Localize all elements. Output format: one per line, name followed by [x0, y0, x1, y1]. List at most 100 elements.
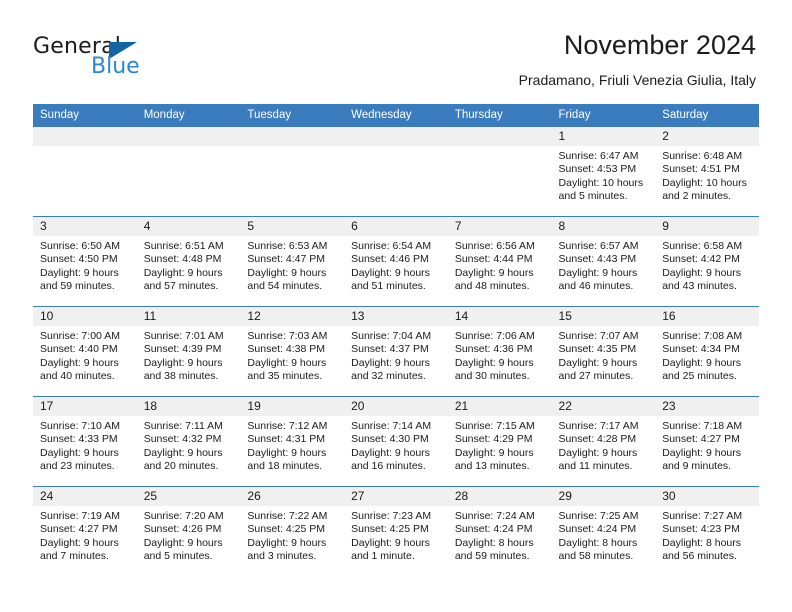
day-cell[interactable]: 4 Sunrise: 6:51 AM Sunset: 4:48 PM Daylight…	[136, 217, 241, 306]
calendar-day-cell[interactable]: 23 Sunrise: 7:18 AM Sunset: 4:27 PM Dayligh…	[655, 396, 759, 487]
calendar-day-cell[interactable]: 14 Sunrise: 7:06 AM Sunset: 4:36 PM Dayligh…	[447, 306, 552, 397]
day-cell[interactable]: 20 Sunrise: 7:14 AM Sunset: 4:30 PM Dayligh…	[344, 397, 448, 486]
day-cell[interactable]: 14 Sunrise: 7:06 AM Sunset: 4:36 PM Dayligh…	[447, 307, 552, 396]
day-number: 25	[136, 487, 241, 506]
day-number: 6	[344, 217, 448, 236]
day-number: 10	[33, 307, 137, 326]
day-cell[interactable]: 24 Sunrise: 7:19 AM Sunset: 4:27 PM Dayligh…	[33, 487, 137, 576]
calendar-day-cell[interactable]: 3 Sunrise: 6:50 AM Sunset: 4:50 PM Daylight…	[33, 216, 137, 307]
calendar-day-cell[interactable]: 8 Sunrise: 6:57 AM Sunset: 4:43 PM Daylight…	[551, 216, 656, 307]
calendar-day-cell[interactable]: 9 Sunrise: 6:58 AM Sunset: 4:42 PM Daylight…	[655, 216, 759, 307]
day-cell[interactable]: 2 Sunrise: 6:48 AM Sunset: 4:51 PM Daylight…	[655, 127, 759, 216]
day-cell[interactable]: 6 Sunrise: 6:54 AM Sunset: 4:46 PM Daylight…	[344, 217, 448, 306]
calendar-day-cell[interactable]: 18 Sunrise: 7:11 AM Sunset: 4:32 PM Dayligh…	[136, 396, 241, 487]
day-cell[interactable]: 10 Sunrise: 7:00 AM Sunset: 4:40 PM Dayligh…	[33, 307, 137, 396]
calendar-day-cell[interactable]: 25 Sunrise: 7:20 AM Sunset: 4:26 PM Dayligh…	[136, 486, 241, 576]
calendar-day-cell[interactable]: 11 Sunrise: 7:01 AM Sunset: 4:39 PM Dayligh…	[136, 306, 241, 397]
calendar-day-cell[interactable]: 6 Sunrise: 6:54 AM Sunset: 4:46 PM Daylight…	[344, 216, 448, 307]
day-cell[interactable]: 8 Sunrise: 6:57 AM Sunset: 4:43 PM Daylight…	[551, 217, 656, 306]
day-cell[interactable]: 9 Sunrise: 6:58 AM Sunset: 4:42 PM Daylight…	[655, 217, 759, 306]
day-detail-sunset: Sunset: 4:30 PM	[351, 433, 429, 446]
calendar-page: General Blue November 2024 Pradamano, Fr…	[0, 0, 792, 612]
day-cell[interactable]: 7 Sunrise: 6:56 AM Sunset: 4:44 PM Daylight…	[447, 217, 552, 306]
day-cell[interactable]: 11 Sunrise: 7:01 AM Sunset: 4:39 PM Dayligh…	[136, 307, 241, 396]
day-number: 17	[33, 397, 137, 416]
day-cell[interactable]: 1 Sunrise: 6:47 AM Sunset: 4:53 PM Daylight…	[551, 127, 656, 216]
day-detail-sunset: Sunset: 4:27 PM	[40, 523, 118, 536]
calendar-day-cell[interactable]: 10 Sunrise: 7:00 AM Sunset: 4:40 PM Dayligh…	[33, 306, 137, 397]
day-cell[interactable]: 29 Sunrise: 7:25 AM Sunset: 4:24 PM Dayligh…	[551, 487, 656, 576]
day-cell[interactable]: 23 Sunrise: 7:18 AM Sunset: 4:27 PM Dayligh…	[655, 397, 759, 486]
day-detail-daylight1: Daylight: 9 hours	[351, 266, 430, 279]
brand-logo[interactable]: General Blue	[33, 36, 263, 86]
day-detail-sunset: Sunset: 4:24 PM	[558, 523, 637, 536]
day-cell[interactable]: 16 Sunrise: 7:08 AM Sunset: 4:34 PM Dayligh…	[655, 307, 759, 396]
day-details: Sunrise: 7:00 AM Sunset: 4:40 PM Daylight:…	[33, 326, 137, 384]
calendar-day-cell[interactable]	[33, 126, 137, 217]
day-detail-sunset: Sunset: 4:27 PM	[662, 433, 740, 446]
day-number	[136, 127, 241, 146]
day-detail-daylight1: Daylight: 9 hours	[40, 356, 119, 369]
day-detail-daylight2: and 59 minutes.	[40, 280, 115, 293]
calendar-day-cell[interactable]	[344, 126, 448, 217]
day-detail-sunrise: Sunrise: 7:12 AM	[247, 420, 328, 432]
calendar-day-cell[interactable]: 24 Sunrise: 7:19 AM Sunset: 4:27 PM Dayligh…	[33, 486, 137, 576]
day-cell[interactable]: 28 Sunrise: 7:24 AM Sunset: 4:24 PM Dayligh…	[447, 487, 552, 576]
weekday-header-thursday: Thursday	[447, 104, 552, 127]
day-number: 23	[655, 397, 759, 416]
calendar-day-cell[interactable]: 26 Sunrise: 7:22 AM Sunset: 4:25 PM Dayligh…	[240, 486, 345, 576]
day-cell[interactable]: 13 Sunrise: 7:04 AM Sunset: 4:37 PM Dayligh…	[344, 307, 448, 396]
day-details: Sunrise: 7:19 AM Sunset: 4:27 PM Daylight:…	[33, 506, 137, 564]
calendar-day-cell[interactable]: 20 Sunrise: 7:14 AM Sunset: 4:30 PM Dayligh…	[344, 396, 448, 487]
day-detail-daylight1: Daylight: 9 hours	[247, 536, 327, 549]
day-cell[interactable]: 12 Sunrise: 7:03 AM Sunset: 4:38 PM Dayligh…	[240, 307, 345, 396]
weekday-header-row: Sunday Monday Tuesday Wednesday Thursday…	[33, 104, 759, 127]
day-cell[interactable]: 27 Sunrise: 7:23 AM Sunset: 4:25 PM Dayligh…	[344, 487, 448, 576]
calendar-day-cell[interactable]: 28 Sunrise: 7:24 AM Sunset: 4:24 PM Dayligh…	[447, 486, 552, 576]
day-cell[interactable]: 26 Sunrise: 7:22 AM Sunset: 4:25 PM Dayligh…	[240, 487, 345, 576]
calendar-day-cell[interactable]: 1 Sunrise: 6:47 AM Sunset: 4:53 PM Daylight…	[551, 126, 656, 217]
calendar-day-cell[interactable]: 21 Sunrise: 7:15 AM Sunset: 4:29 PM Dayligh…	[447, 396, 552, 487]
calendar-day-cell[interactable]: 7 Sunrise: 6:56 AM Sunset: 4:44 PM Daylight…	[447, 216, 552, 307]
calendar-day-cell[interactable]: 30 Sunrise: 7:27 AM Sunset: 4:23 PM Dayligh…	[655, 486, 759, 576]
day-number	[344, 127, 448, 146]
day-detail-sunrise: Sunrise: 7:19 AM	[40, 510, 120, 522]
day-detail-sunset: Sunset: 4:33 PM	[40, 433, 118, 446]
calendar-day-cell[interactable]: 4 Sunrise: 6:51 AM Sunset: 4:48 PM Daylight…	[136, 216, 241, 307]
day-detail-daylight2: and 25 minutes.	[662, 370, 737, 383]
day-details: Sunrise: 7:27 AM Sunset: 4:23 PM Daylight:…	[655, 506, 759, 564]
day-detail-daylight1: Daylight: 9 hours	[40, 266, 119, 279]
day-detail-daylight1: Daylight: 8 hours	[662, 536, 742, 549]
day-detail-sunrise: Sunrise: 7:15 AM	[454, 420, 535, 432]
day-cell[interactable]: 17 Sunrise: 7:10 AM Sunset: 4:33 PM Dayligh…	[33, 397, 137, 486]
day-cell[interactable]: 15 Sunrise: 7:07 AM Sunset: 4:35 PM Dayligh…	[551, 307, 656, 396]
calendar-day-cell[interactable]: 12 Sunrise: 7:03 AM Sunset: 4:38 PM Dayligh…	[240, 306, 345, 397]
calendar-day-cell[interactable]: 13 Sunrise: 7:04 AM Sunset: 4:37 PM Dayligh…	[344, 306, 448, 397]
day-cell[interactable]: 18 Sunrise: 7:11 AM Sunset: 4:32 PM Dayligh…	[136, 397, 241, 486]
day-number: 27	[344, 487, 448, 506]
calendar-day-cell[interactable]	[240, 126, 345, 217]
calendar-day-cell[interactable]: 22 Sunrise: 7:17 AM Sunset: 4:28 PM Dayligh…	[551, 396, 656, 487]
day-cell[interactable]: 3 Sunrise: 6:50 AM Sunset: 4:50 PM Daylight…	[33, 217, 137, 306]
calendar-day-cell[interactable]: 19 Sunrise: 7:12 AM Sunset: 4:31 PM Dayligh…	[240, 396, 345, 487]
day-cell[interactable]: 5 Sunrise: 6:53 AM Sunset: 4:47 PM Daylight…	[240, 217, 345, 306]
calendar-day-cell[interactable]: 16 Sunrise: 7:08 AM Sunset: 4:34 PM Dayligh…	[655, 306, 759, 397]
day-cell[interactable]: 30 Sunrise: 7:27 AM Sunset: 4:23 PM Dayligh…	[655, 487, 759, 576]
calendar-day-cell[interactable]	[136, 126, 241, 217]
day-cell[interactable]: 21 Sunrise: 7:15 AM Sunset: 4:29 PM Dayligh…	[447, 397, 552, 486]
calendar-day-cell[interactable]: 5 Sunrise: 6:53 AM Sunset: 4:47 PM Daylight…	[240, 216, 345, 307]
day-cell[interactable]: 25 Sunrise: 7:20 AM Sunset: 4:26 PM Dayligh…	[136, 487, 241, 576]
page-header: General Blue November 2024 Pradamano, Fr…	[0, 0, 792, 100]
calendar-day-cell[interactable]: 2 Sunrise: 6:48 AM Sunset: 4:51 PM Daylight…	[655, 126, 759, 217]
calendar-day-cell[interactable]: 29 Sunrise: 7:25 AM Sunset: 4:24 PM Dayligh…	[551, 486, 656, 576]
day-cell[interactable]: 19 Sunrise: 7:12 AM Sunset: 4:31 PM Dayligh…	[240, 397, 345, 486]
calendar-day-cell[interactable]	[447, 126, 552, 217]
calendar-day-cell[interactable]: 15 Sunrise: 7:07 AM Sunset: 4:35 PM Dayligh…	[551, 306, 656, 397]
calendar-day-cell[interactable]: 27 Sunrise: 7:23 AM Sunset: 4:25 PM Dayligh…	[344, 486, 448, 576]
day-detail-daylight1: Daylight: 9 hours	[454, 266, 534, 279]
day-number: 29	[551, 487, 656, 506]
day-cell[interactable]: 22 Sunrise: 7:17 AM Sunset: 4:28 PM Dayligh…	[551, 397, 656, 486]
day-detail-daylight1: Daylight: 9 hours	[454, 446, 534, 459]
calendar-day-cell[interactable]: 17 Sunrise: 7:10 AM Sunset: 4:33 PM Dayligh…	[33, 396, 137, 487]
day-detail-daylight1: Daylight: 9 hours	[40, 446, 119, 459]
